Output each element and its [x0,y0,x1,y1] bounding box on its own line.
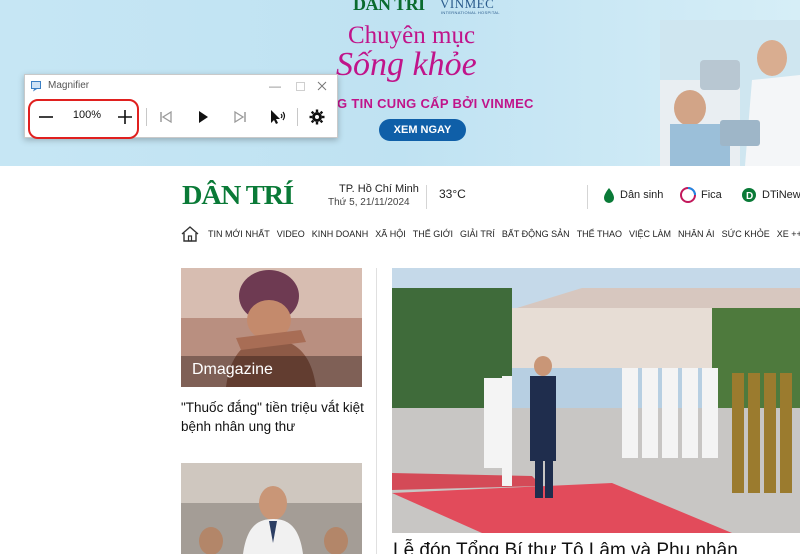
banner-dantri-logo: DÂN TRÍ [353,0,425,14]
header-divider [587,185,588,209]
toolbar-divider [146,108,147,126]
nav-item-kinh-doanh[interactable]: KINH DOANH [312,229,369,239]
maximize-icon [295,81,305,91]
dmagazine-badge: Dmagazine [192,361,273,378]
banner-cta-button[interactable]: XEM NGAY [379,119,466,141]
read-from-here-icon [271,110,286,124]
main-article-photo [392,268,800,533]
close-button[interactable] [311,78,333,94]
zoom-controls-highlight [28,99,139,139]
magnifier-title: Magnifier [48,80,90,91]
header-divider [426,185,427,209]
quick-link-dtinews[interactable]: D DTiNews [741,187,800,203]
minimize-button[interactable]: — [264,78,286,94]
minimize-icon: — [269,79,281,93]
fica-icon [680,187,696,203]
next-icon [234,110,246,124]
temperature-text: 33°C [439,187,466,201]
dtinews-icon: D [742,188,756,202]
quick-link-fica[interactable]: Fica [680,187,722,203]
next-button[interactable] [229,106,251,128]
nav-item-tin-moi-nhat[interactable]: TIN MỚI NHẤT [208,229,270,239]
column-divider [376,268,377,554]
location-text: TP. Hồ Chí Minh [339,183,419,195]
article-title[interactable]: "Thuốc đắng" tiền triệu vắt kiệt bệnh nh… [181,398,371,436]
quick-link-label: Dân sinh [620,189,664,201]
svg-text:D: D [746,191,753,202]
settings-button[interactable] [306,106,328,128]
nav-item-bat-dong-san[interactable]: BẤT ĐỘNG SẢN [502,229,570,239]
quick-link-label: Fica [701,189,722,201]
settings-icon [309,109,325,125]
nav-item-the-gioi[interactable]: THẾ GIỚI [413,229,453,239]
magnifier-app-icon [31,81,41,92]
article-photo [181,463,362,554]
home-icon[interactable] [180,225,200,243]
close-icon [317,81,327,91]
main-article-title[interactable]: Lễ đón Tổng Bí thư Tô Lâm và Phu nhân [393,540,738,554]
previous-icon [160,110,172,124]
nav-item-xa-hoi[interactable]: XÃ HỘI [375,229,406,239]
nav-item-nhan-ai[interactable]: NHÂN ÁI [678,229,715,239]
previous-button[interactable] [155,106,177,128]
read-from-here-button[interactable] [265,106,289,128]
nav-item-giai-tri[interactable]: GIẢI TRÍ [460,229,495,239]
article-thumbnail[interactable] [181,463,362,554]
nav-item-video[interactable]: VIDEO [277,229,305,239]
date-text: Thứ 5, 21/11/2024 [328,197,410,208]
banner-title-line2: Sống khỏe [336,46,477,83]
banner-vinmec-subtitle: INTERNATIONAL HOSPITAL [441,10,500,15]
magnifier-titlebar[interactable]: Magnifier — [25,75,337,97]
main-navigation: TIN MỚI NHẤT VIDEO KINH DOANH XÃ HỘI THẾ… [180,224,800,244]
nav-item-the-thao[interactable]: THỂ THAO [577,229,622,239]
nav-item-suc-khoe[interactable]: SỨC KHỎE [722,229,770,239]
play-icon [199,111,208,123]
banner-doctor-photo [660,20,800,166]
nav-item-xe[interactable]: XE ++ [777,229,800,239]
quick-link-dan-sinh[interactable]: Dân sinh [603,187,663,203]
quick-link-label: DTiNews [762,189,800,201]
article-thumbnail[interactable]: Dmagazine [181,268,362,387]
nav-item-viec-lam[interactable]: VIỆC LÀM [629,229,671,239]
banner-subtitle: G TIN CUNG CẤP BỞI VINMEC [337,96,534,111]
dantri-logo[interactable]: DÂN TRÍ [182,180,294,211]
play-button[interactable] [192,106,214,128]
maximize-button[interactable] [289,78,311,94]
main-article-image[interactable] [392,268,800,533]
toolbar-divider [297,108,298,126]
screen: DÂN TRÍ VINMEC INTERNATIONAL HOSPITAL Ch… [0,0,800,554]
dan-sinh-icon [604,188,614,203]
